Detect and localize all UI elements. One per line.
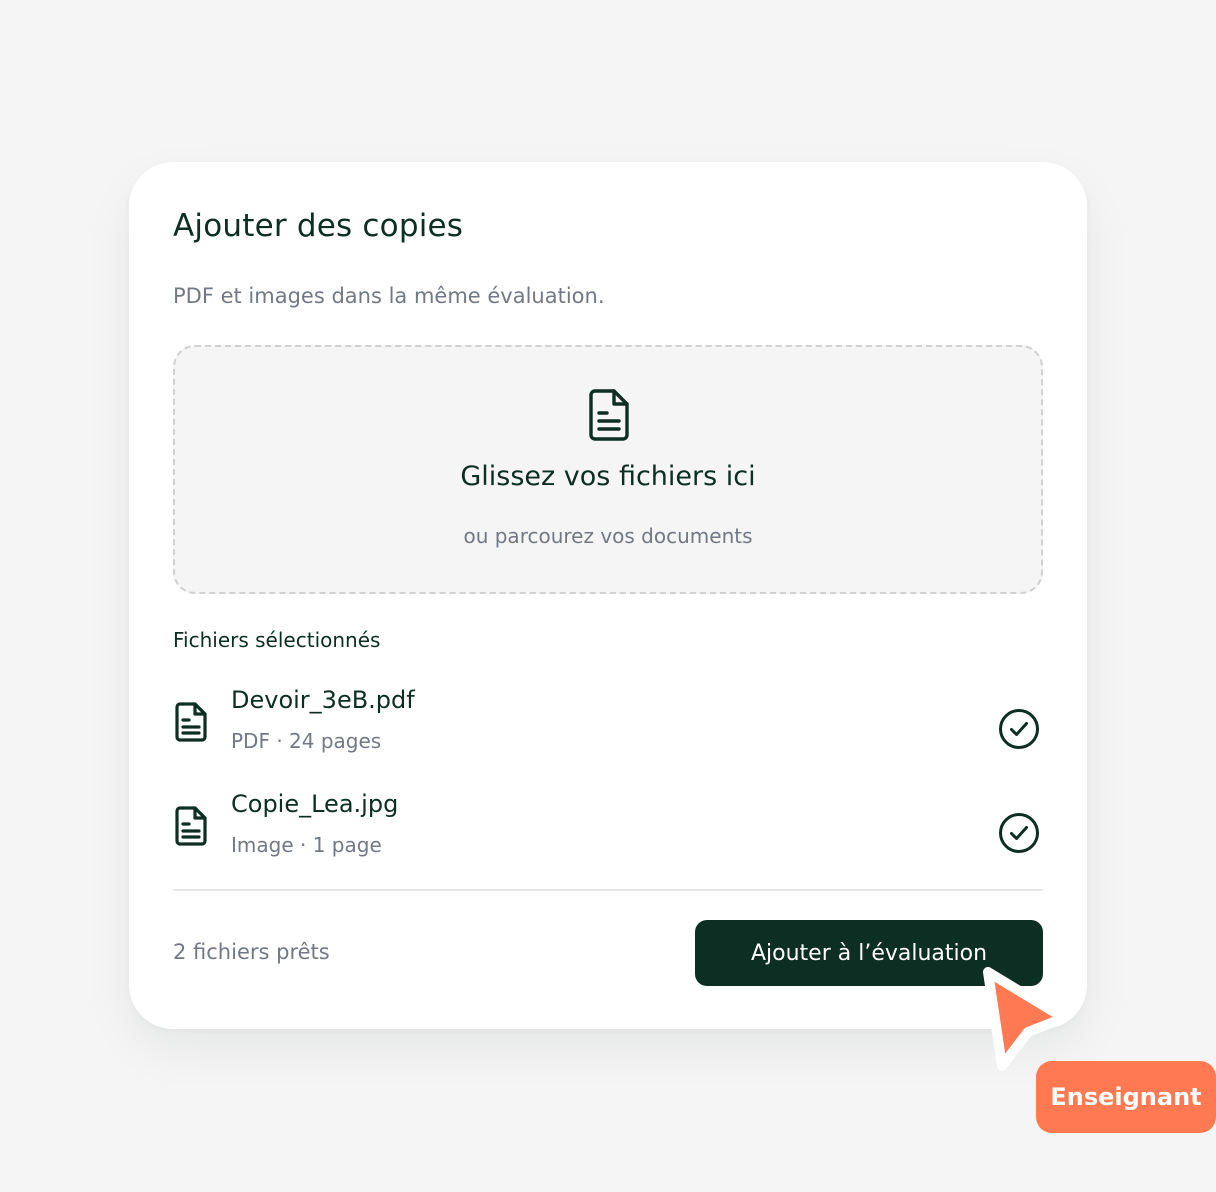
- file-name: Copie_Lea.jpg: [231, 790, 399, 818]
- document-icon: [175, 806, 207, 846]
- document-icon: [589, 389, 629, 441]
- file-name: Devoir_3eB.pdf: [231, 686, 415, 714]
- cursor-label-badge: Enseignant: [1036, 1061, 1216, 1133]
- page: Ajouter des copies PDF et images dans la…: [0, 0, 1216, 1192]
- divider: [173, 889, 1043, 891]
- check-circle-icon: [999, 709, 1039, 749]
- files-ready-status: 2 fichiers prêts: [173, 940, 330, 964]
- file-meta: Image · 1 page: [231, 833, 382, 857]
- dialog-subtitle: PDF et images dans la même évaluation.: [173, 284, 605, 308]
- file-list-item[interactable]: Devoir_3eB.pdf PDF · 24 pages: [173, 684, 1043, 764]
- file-dropzone[interactable]: Glissez vos fichiers ici ou parcourez vo…: [173, 345, 1043, 594]
- dialog-title: Ajouter des copies: [173, 208, 464, 244]
- file-list-item[interactable]: Copie_Lea.jpg Image · 1 page: [173, 788, 1043, 868]
- selected-files-heading: Fichiers sélectionnés: [173, 628, 381, 652]
- dropzone-title: Glissez vos fichiers ici: [460, 461, 756, 492]
- document-icon: [175, 702, 207, 742]
- check-circle-icon: [999, 813, 1039, 853]
- upload-dialog: Ajouter des copies PDF et images dans la…: [129, 162, 1087, 1029]
- file-meta: PDF · 24 pages: [231, 729, 382, 753]
- browse-documents-link[interactable]: ou parcourez vos documents: [175, 524, 1041, 548]
